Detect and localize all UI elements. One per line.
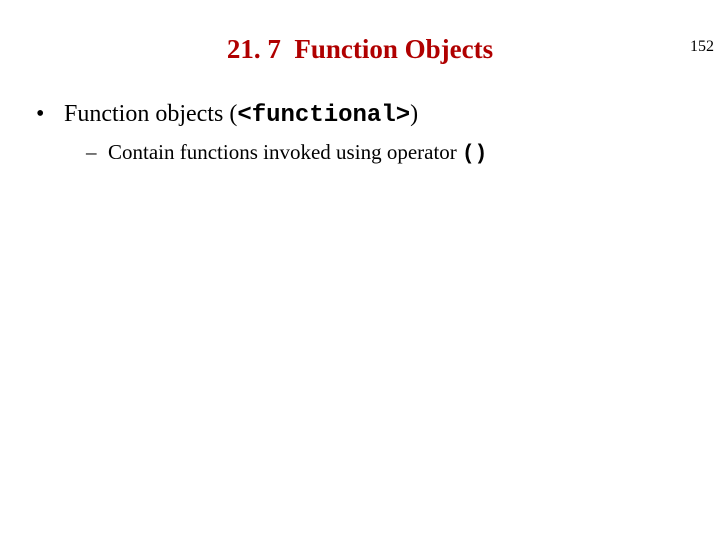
subbullet-text-before: Contain functions invoked using operator — [108, 140, 462, 164]
subbullet-code: () — [462, 143, 487, 166]
slide-body: • Function objects (<functional>) – Cont… — [0, 99, 720, 168]
bullet-text-before: Function objects ( — [64, 101, 237, 127]
bullet-level-2: – Contain functions invoked using operat… — [36, 139, 700, 168]
bullet-text: Function objects (<functional>) — [64, 99, 418, 131]
heading-title: Function Objects — [294, 34, 493, 64]
subbullet-text: Contain functions invoked using operator… — [108, 139, 487, 168]
slide-heading: 21. 7 Function Objects — [0, 34, 720, 65]
subbullet-marker: – — [86, 139, 108, 166]
bullet-code: <functional> — [237, 102, 410, 129]
heading-section: 21. 7 — [227, 34, 281, 64]
bullet-marker: • — [36, 99, 64, 130]
bullet-text-after: ) — [410, 101, 418, 127]
bullet-level-1: • Function objects (<functional>) — [36, 99, 700, 131]
page-number: 152 — [690, 38, 714, 56]
